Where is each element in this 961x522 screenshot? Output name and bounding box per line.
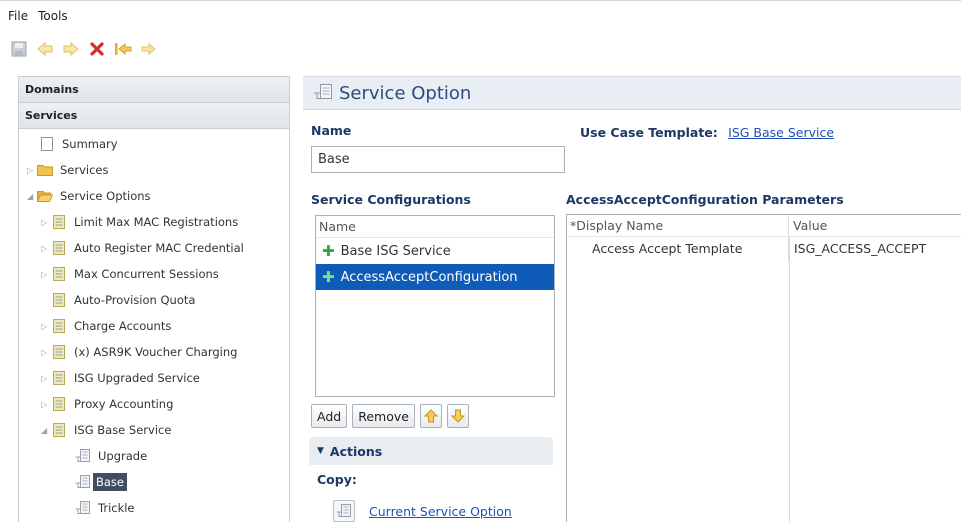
config-icon: [75, 448, 91, 464]
current-service-option-link[interactable]: Current Service Option: [369, 504, 512, 519]
actions-section-header[interactable]: ▼ Actions: [309, 437, 553, 465]
expand-arrow-icon[interactable]: ▷: [41, 374, 51, 383]
service-configurations-label: Service Configurations: [311, 192, 471, 207]
tree-item-services[interactable]: ▷ Services: [27, 159, 109, 181]
move-up-button[interactable]: [419, 404, 442, 428]
column-header-display-name[interactable]: *Display Name: [567, 215, 789, 236]
save-icon[interactable]: [10, 40, 28, 58]
copy-label: Copy:: [317, 472, 357, 487]
open-folder-icon: [37, 188, 53, 204]
expand-arrow-icon[interactable]: ▷: [41, 218, 51, 227]
collapse-arrow-icon[interactable]: ◢: [27, 192, 37, 201]
menu-file[interactable]: File: [8, 9, 28, 23]
parameters-label: AccessAcceptConfiguration Parameters: [566, 192, 844, 207]
document-icon: [39, 136, 55, 152]
service-option-icon: [313, 83, 333, 104]
navigation-panel: Domains Services Summary ▷ Services ◢ Se…: [18, 76, 290, 522]
add-button[interactable]: Add: [311, 404, 348, 428]
expand-arrow-icon[interactable]: ▷: [41, 270, 51, 279]
tree-item-base[interactable]: Base: [75, 471, 128, 493]
use-case-link[interactable]: ISG Base Service: [728, 125, 834, 140]
move-down-button[interactable]: [446, 404, 469, 428]
tree-item-isg-base-service[interactable]: ◢ ISG Base Service: [41, 419, 171, 441]
forward-icon[interactable]: [140, 40, 158, 58]
tree-item-service-options[interactable]: ◢ Service Options: [27, 185, 151, 207]
expand-arrow-icon[interactable]: ▷: [27, 166, 37, 175]
service-option-icon: [51, 318, 67, 334]
current-service-option-action[interactable]: Current Service Option: [333, 500, 512, 522]
expand-arrow-icon[interactable]: ▷: [41, 400, 51, 409]
domains-header[interactable]: Domains: [19, 77, 289, 103]
plus-icon: ✚: [322, 242, 335, 260]
column-divider: [789, 237, 790, 522]
tree-item-max-concurrent-sessions[interactable]: ▷ Max Concurrent Sessions: [41, 263, 219, 285]
service-option-icon[interactable]: [333, 500, 355, 522]
remove-button[interactable]: Remove: [352, 404, 415, 428]
service-option-icon: [51, 214, 67, 230]
service-option-icon: [51, 266, 67, 282]
editor-header: Service Option: [303, 76, 961, 110]
service-option-icon: [51, 370, 67, 386]
use-case-label: Use Case Template:: [580, 125, 718, 140]
collapse-arrow-icon[interactable]: ◢: [41, 426, 51, 435]
menubar: File Tools: [0, 0, 961, 30]
service-option-icon: [51, 240, 67, 256]
service-option-icon: [51, 422, 67, 438]
delete-icon[interactable]: [88, 40, 106, 58]
column-header-value[interactable]: Value: [789, 215, 961, 236]
undo-icon[interactable]: [36, 40, 54, 58]
config-icon: [75, 500, 91, 516]
tree-item-auto-provision-quota[interactable]: Auto-Provision Quota: [51, 289, 195, 311]
tree-item-asr9k-voucher[interactable]: ▷ (x) ASR9K Voucher Charging: [41, 341, 237, 363]
parameters-table: *Display Name Value Access Accept Templa…: [566, 214, 961, 522]
services-header[interactable]: Services: [19, 103, 289, 129]
param-display-name: Access Accept Template: [567, 237, 789, 261]
plus-icon: ✚: [322, 268, 335, 286]
menu-tools[interactable]: Tools: [38, 9, 68, 23]
config-icon: [75, 474, 91, 490]
list-item-base-isg-service[interactable]: ✚ Base ISG Service: [316, 238, 554, 264]
service-option-icon: [51, 344, 67, 360]
page-title: Service Option: [339, 82, 472, 104]
arrow-down-icon: [450, 409, 465, 423]
param-value[interactable]: ISG_ACCESS_ACCEPT: [789, 237, 961, 261]
list-buttons: Add Remove: [311, 404, 469, 428]
tree-item-trickle[interactable]: Trickle: [75, 497, 135, 519]
name-input[interactable]: [311, 146, 565, 173]
tree-item-isg-upgraded[interactable]: ▷ ISG Upgraded Service: [41, 367, 200, 389]
column-header-name[interactable]: Name: [316, 216, 554, 238]
service-option-icon: [51, 396, 67, 412]
expand-arrow-icon[interactable]: ▷: [41, 244, 51, 253]
parameters-header-row: *Display Name Value: [567, 215, 961, 237]
service-option-icon: [51, 292, 67, 308]
tree-item-charge-accounts[interactable]: ▷ Charge Accounts: [41, 315, 171, 337]
tree-item-upgrade[interactable]: Upgrade: [75, 445, 147, 467]
tree-item-limit-max-mac[interactable]: ▷ Limit Max MAC Registrations: [41, 211, 238, 233]
service-configurations-list[interactable]: Name ✚ Base ISG Service ✚ AccessAcceptCo…: [315, 215, 555, 397]
tree-item-auto-register-mac[interactable]: ▷ Auto Register MAC Credential: [41, 237, 244, 259]
arrow-up-icon: [423, 409, 438, 423]
expand-arrow-icon[interactable]: ▷: [41, 322, 51, 331]
expand-arrow-icon[interactable]: ▷: [41, 348, 51, 357]
collapse-triangle-icon: ▼: [317, 446, 324, 456]
use-case-template: Use Case Template: ISG Base Service: [580, 125, 834, 140]
table-row[interactable]: Access Accept Template ISG_ACCESS_ACCEPT: [567, 237, 961, 261]
folder-icon: [37, 162, 53, 178]
back-icon[interactable]: [114, 40, 132, 58]
tree-item-summary[interactable]: Summary: [39, 133, 118, 155]
redo-icon[interactable]: [62, 40, 80, 58]
toolbar: [10, 34, 158, 64]
list-item-access-accept-configuration[interactable]: ✚ AccessAcceptConfiguration: [316, 264, 554, 290]
name-label: Name: [311, 123, 352, 138]
tree-item-proxy-accounting[interactable]: ▷ Proxy Accounting: [41, 393, 173, 415]
